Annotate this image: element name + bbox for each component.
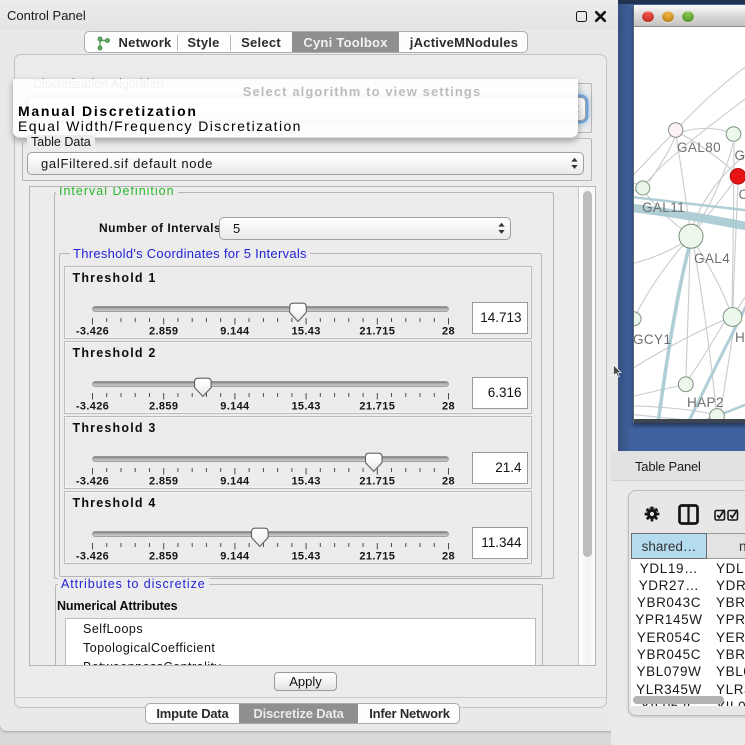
svg-text:28: 28 bbox=[442, 476, 455, 488]
svg-text:15.43: 15.43 bbox=[291, 551, 320, 563]
svg-text:2.859: 2.859 bbox=[149, 476, 178, 488]
svg-text:21.715: 21.715 bbox=[359, 326, 395, 338]
svg-text:28: 28 bbox=[442, 326, 455, 338]
svg-text:HAP2: HAP2 bbox=[687, 395, 724, 410]
svg-text:GAL7: GAL7 bbox=[735, 148, 745, 163]
svg-text:15.43: 15.43 bbox=[291, 401, 320, 413]
svg-text:15.43: 15.43 bbox=[291, 476, 320, 488]
svg-text:9.144: 9.144 bbox=[220, 551, 250, 563]
svg-text:H: H bbox=[735, 330, 745, 345]
svg-text:GAL80: GAL80 bbox=[677, 140, 721, 155]
svg-text:2.859: 2.859 bbox=[149, 551, 178, 563]
svg-text:GCY1: GCY1 bbox=[634, 332, 671, 347]
svg-text:-3.426: -3.426 bbox=[75, 476, 108, 488]
svg-text:2.859: 2.859 bbox=[149, 401, 178, 413]
svg-text:21.715: 21.715 bbox=[359, 476, 395, 488]
svg-text:-3.426: -3.426 bbox=[75, 551, 108, 563]
svg-text:21.715: 21.715 bbox=[359, 551, 395, 563]
svg-text:15.43: 15.43 bbox=[291, 326, 320, 338]
svg-text:GAL4: GAL4 bbox=[694, 251, 730, 266]
svg-text:GAL11: GAL11 bbox=[642, 200, 685, 215]
svg-text:9.144: 9.144 bbox=[220, 401, 250, 413]
svg-text:-3.426: -3.426 bbox=[75, 401, 108, 413]
svg-text:28: 28 bbox=[442, 551, 455, 563]
svg-text:9.144: 9.144 bbox=[220, 326, 250, 338]
svg-text:2.859: 2.859 bbox=[149, 326, 178, 338]
svg-text:-3.426: -3.426 bbox=[75, 326, 108, 338]
svg-text:9.144: 9.144 bbox=[220, 476, 250, 488]
svg-text:28: 28 bbox=[442, 401, 455, 413]
svg-text:21.715: 21.715 bbox=[359, 401, 395, 413]
svg-text:C: C bbox=[739, 187, 745, 202]
